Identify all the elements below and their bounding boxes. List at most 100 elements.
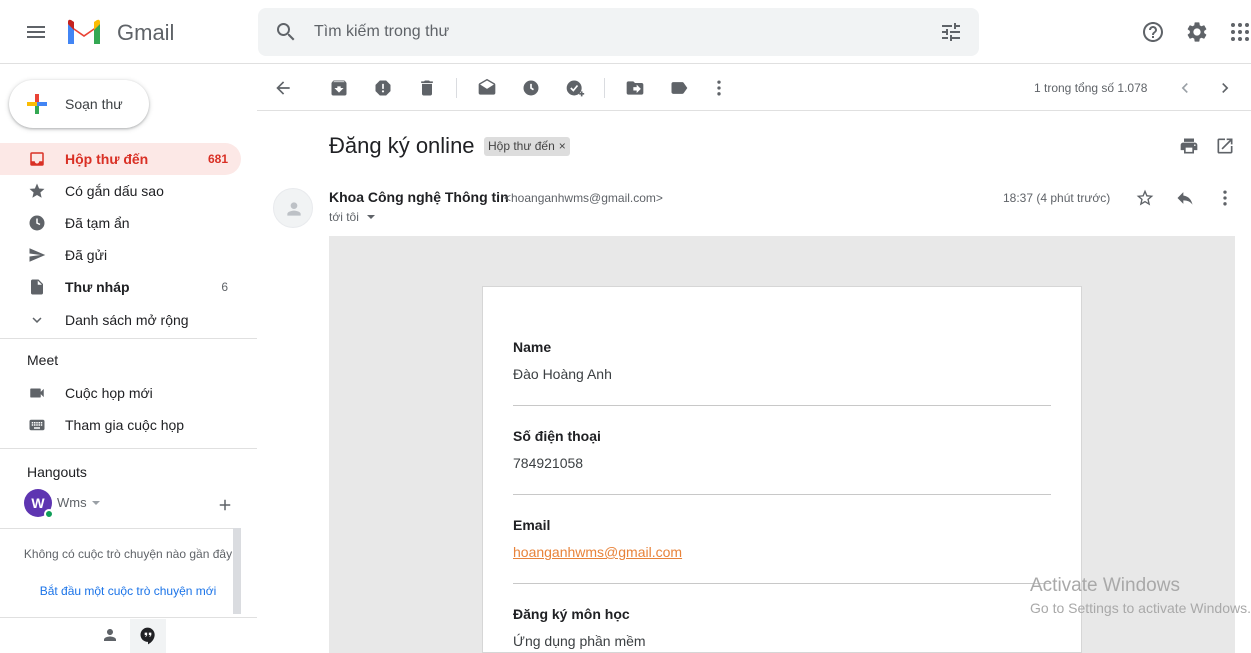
activate-windows-subtitle: Go to Settings to activate Windows. [1030, 600, 1251, 616]
email-subject: Đăng ký online [329, 133, 475, 158]
label-icon[interactable] [669, 78, 689, 98]
main-menu-icon[interactable] [24, 20, 48, 44]
search-options-icon[interactable] [939, 20, 963, 44]
draft-count: 6 [221, 280, 228, 294]
chevron-left-icon[interactable] [1175, 78, 1195, 98]
sidebar-item-sent[interactable]: Đã gửi [0, 239, 241, 271]
compose-button[interactable]: Soạn thư [9, 80, 149, 128]
hangouts-tab[interactable] [130, 619, 166, 653]
help-icon[interactable] [1141, 20, 1165, 44]
star-outline-icon[interactable] [1135, 188, 1155, 208]
chevron-right-icon[interactable] [1215, 78, 1235, 98]
back-arrow-icon[interactable] [273, 78, 293, 98]
field-label-phone: Số điện thoại [513, 428, 601, 444]
toolbar-divider [257, 110, 1251, 111]
google-apps-icon[interactable] [1230, 20, 1251, 44]
sidebar-item-label: Danh sách mở rộng [65, 312, 189, 328]
video-camera-icon [28, 384, 46, 402]
sidebar-item-drafts[interactable]: Thư nháp 6 [0, 271, 241, 303]
search-icon[interactable] [274, 20, 298, 44]
print-icon[interactable] [1179, 136, 1199, 156]
sidebar-item-inbox[interactable]: Hộp thư đến 681 [0, 143, 241, 175]
no-conversations-text: Không có cuộc trò chuyện nào gần đây [23, 547, 233, 561]
field-divider [513, 405, 1051, 406]
pagination-text: 1 trong tổng số 1.078 [1034, 81, 1148, 95]
report-spam-icon[interactable] [373, 78, 393, 98]
sidebar-item-label: Hộp thư đến [65, 151, 149, 167]
sidebar-divider [0, 448, 257, 449]
add-to-tasks-icon[interactable] [565, 78, 585, 98]
person-icon[interactable] [101, 626, 119, 644]
sidebar-divider [0, 338, 257, 339]
add-icon[interactable] [216, 496, 234, 514]
hangouts-section-title: Hangouts [27, 464, 87, 480]
star-icon [28, 182, 46, 200]
sidebar-item-new-meeting[interactable]: Cuộc họp mới [0, 377, 241, 409]
keyboard-icon [28, 416, 46, 434]
scrollbar[interactable] [233, 528, 241, 614]
sender-name[interactable]: Khoa Công nghệ Thông tin [329, 189, 509, 205]
sidebar-item-join-meeting[interactable]: Tham gia cuộc họp [0, 409, 241, 441]
search-input[interactable] [314, 18, 914, 46]
more-vertical-icon[interactable] [1215, 188, 1235, 208]
app-name[interactable]: Gmail [117, 20, 174, 46]
label-chip-text: Hộp thư đến [488, 139, 555, 153]
toolbar-divider [456, 78, 457, 98]
field-value-email: hoanganhwms@gmail.com [513, 544, 682, 560]
field-label-email: Email [513, 517, 551, 533]
field-label-name: Name [513, 339, 552, 355]
field-value-name: Đào Hoàng Anh [513, 366, 612, 382]
remove-label-icon[interactable]: × [559, 139, 566, 153]
recipient-text: tới tôi [329, 210, 359, 224]
mark-unread-icon[interactable] [477, 78, 497, 98]
sender-avatar[interactable] [273, 188, 313, 228]
field-divider [513, 583, 1051, 584]
sender-email: <hoanganhwms@gmail.com> [504, 191, 663, 205]
gmail-logo-icon[interactable] [66, 18, 102, 46]
online-status-dot [44, 509, 54, 519]
details-caret-icon[interactable] [366, 214, 376, 220]
sidebar-item-starred[interactable]: Có gắn dấu sao [0, 175, 241, 207]
meet-section-title: Meet [27, 352, 59, 368]
archive-icon[interactable] [329, 78, 349, 98]
unread-count: 681 [207, 152, 228, 166]
clock-icon [28, 214, 46, 232]
plus-icon [25, 92, 49, 116]
send-icon [28, 246, 46, 264]
field-value-phone: 784921058 [513, 455, 584, 471]
hangouts-panel [0, 528, 241, 616]
chevron-down-icon [28, 311, 46, 329]
sidebar-bottom-bar [0, 617, 257, 653]
sidebar-item-label: Thư nháp [65, 279, 130, 295]
inbox-icon [28, 150, 46, 168]
settings-gear-icon[interactable] [1185, 20, 1209, 44]
message-time: 18:37 (4 phút trước) [1003, 191, 1111, 205]
more-vertical-icon[interactable] [709, 78, 729, 98]
delete-icon[interactable] [417, 78, 437, 98]
inbox-label-chip[interactable]: Hộp thư đến × [484, 137, 570, 156]
sidebar-item-label: Đã tạm ẩn [65, 215, 130, 231]
field-divider [513, 494, 1051, 495]
activate-windows-title: Activate Windows [1030, 575, 1180, 596]
draft-icon [28, 278, 46, 296]
sidebar-item-snoozed[interactable]: Đã tạm ẩn [0, 207, 241, 239]
move-to-icon[interactable] [625, 78, 645, 98]
sidebar-item-label: Tham gia cuộc họp [65, 417, 185, 433]
open-new-window-icon[interactable] [1215, 136, 1235, 156]
field-label-course: Đăng ký môn học [513, 606, 630, 622]
top-header: Gmail [0, 0, 1251, 64]
toolbar-divider [604, 78, 605, 98]
caret-down-icon[interactable] [91, 500, 101, 506]
reply-icon[interactable] [1175, 188, 1195, 208]
sidebar-item-label: Đã gửi [65, 247, 108, 263]
compose-label: Soạn thư [65, 96, 123, 112]
sidebar-item-label: Cuộc họp mới [65, 385, 153, 401]
email-link[interactable]: hoanganhwms@gmail.com [513, 544, 682, 560]
hangouts-user-name[interactable]: Wms [57, 495, 87, 510]
field-value-course: Ứng dụng phần mềm [513, 633, 646, 649]
snooze-clock-icon[interactable] [521, 78, 541, 98]
search-bar [258, 8, 979, 56]
sidebar-item-more[interactable]: Danh sách mở rộng [0, 304, 241, 336]
sidebar-item-label: Có gắn dấu sao [65, 183, 164, 199]
start-conversation-link[interactable]: Bắt đầu một cuộc trò chuyện mới [20, 584, 236, 598]
